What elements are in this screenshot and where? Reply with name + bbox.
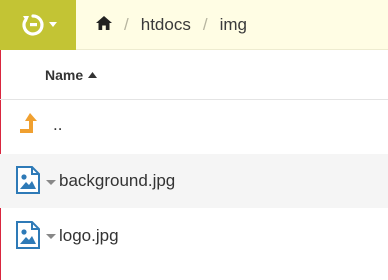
list-item-label: .. xyxy=(53,115,63,134)
image-file-icon xyxy=(16,166,40,194)
list-item-label: logo.jpg xyxy=(59,226,119,245)
file-menu-caret-icon[interactable] xyxy=(46,180,56,186)
list-item-label: background.jpg xyxy=(59,171,176,190)
home-icon[interactable] xyxy=(96,15,112,35)
breadcrumb-separator: / xyxy=(202,14,208,34)
list-item-background-jpg[interactable]: background.jpg xyxy=(0,154,388,208)
name-column-label: Name xyxy=(45,66,84,83)
list-header: Name xyxy=(0,50,388,100)
breadcrumb: / htdocs / img xyxy=(76,0,388,50)
brand-menu-button[interactable] xyxy=(0,0,76,50)
top-bar: / htdocs / img xyxy=(0,0,388,50)
breadcrumb-img[interactable]: img xyxy=(220,15,247,35)
list-item-parent[interactable]: .. xyxy=(0,100,388,154)
restart-icon xyxy=(21,14,44,36)
file-menu-caret-icon[interactable] xyxy=(46,234,56,240)
breadcrumb-htdocs[interactable]: htdocs xyxy=(141,15,191,35)
list-item-logo-jpg[interactable]: logo.jpg xyxy=(0,208,388,262)
chevron-down-icon xyxy=(48,22,57,27)
sort-by-name-button[interactable]: Name xyxy=(45,66,98,83)
breadcrumb-separator: / xyxy=(124,14,129,34)
parent-folder-icon xyxy=(20,113,37,133)
image-file-icon xyxy=(16,221,40,249)
sort-ascending-icon xyxy=(88,71,98,78)
